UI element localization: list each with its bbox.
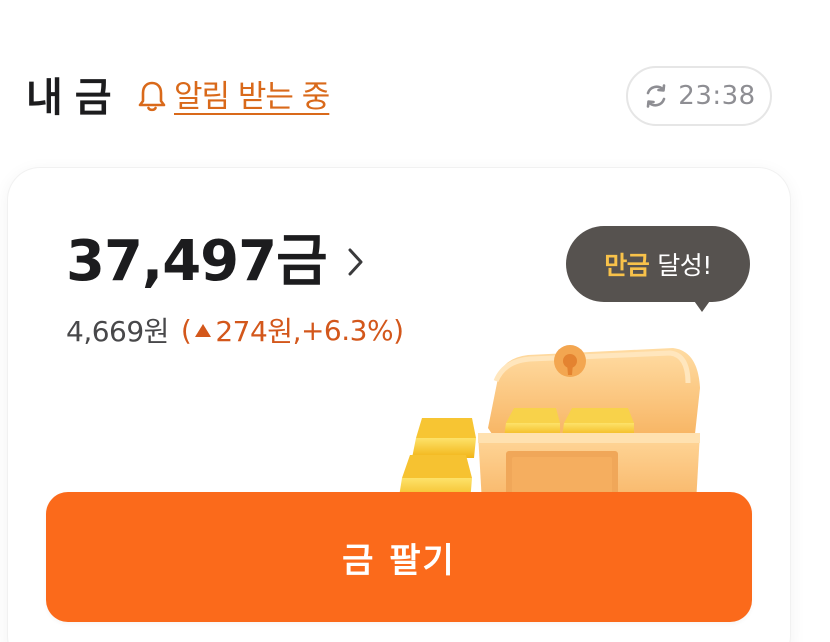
alert-toggle-link[interactable]: 알림 받는 중 <box>136 78 330 116</box>
chevron-right-icon <box>348 248 363 276</box>
change-percent: +6.3% <box>300 313 394 347</box>
last-updated-time: 23:38 <box>678 81 756 111</box>
achievement-bubble: 만금 달성! <box>566 226 750 302</box>
gold-value-krw: 4,669원 <box>66 315 169 348</box>
alert-status-label: 알림 받는 중 <box>174 79 330 115</box>
achievement-text: 달성! <box>657 251 712 280</box>
gold-chest-illustration <box>398 345 700 503</box>
my-gold-screen: 내 금 알림 받는 중 23:38 37,497금 4,669원 (274원,… <box>0 0 830 642</box>
sell-gold-button[interactable]: 금 팔기 <box>46 492 752 622</box>
change-open-paren: ( <box>180 313 192 347</box>
bell-icon <box>138 81 166 112</box>
achievement-highlight: 만금 <box>604 251 650 280</box>
gold-value-row: 4,669원 ( 274원, +6.3% ) <box>66 310 404 350</box>
gold-balance-link[interactable]: 37,497금 <box>66 230 367 294</box>
up-triangle-icon <box>195 323 212 337</box>
price-change: ( 274원, +6.3% ) <box>181 310 404 350</box>
refresh-icon <box>646 84 666 108</box>
refresh-button[interactable]: 23:38 <box>626 66 772 126</box>
sell-gold-label: 금 팔기 <box>342 540 456 581</box>
page-title: 내 금 <box>26 75 112 121</box>
change-amount: 274원, <box>215 315 301 348</box>
gold-balance: 37,497금 <box>66 229 328 294</box>
bubble-tail <box>692 298 712 312</box>
